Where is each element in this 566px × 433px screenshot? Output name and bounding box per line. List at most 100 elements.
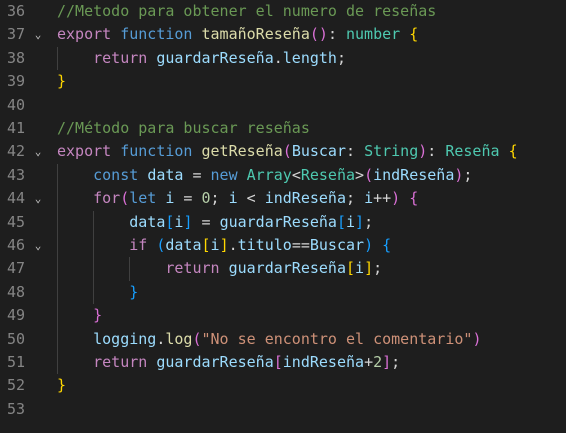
- code-token: }: [93, 306, 103, 325]
- code-token: titulo: [237, 236, 292, 254]
- code-token: Reseña: [445, 142, 500, 161]
- code-line[interactable]: 46 ⌄ if (data[i].titulo==Buscar) {: [0, 234, 566, 257]
- code-token: ]: [382, 353, 392, 371]
- code-text: //Metodo para obtener el numero de reseñ…: [57, 0, 436, 23]
- code-line[interactable]: 50 logging.log("No se encontro el coment…: [0, 328, 566, 351]
- code-line[interactable]: 43 const data = new Array<Reseña>(indRes…: [0, 164, 566, 187]
- code-token: <: [237, 189, 265, 208]
- line-number: 41: [6, 119, 25, 137]
- code-token: }: [129, 282, 139, 301]
- code-token: i: [355, 259, 365, 278]
- code-text: //Método para buscar reseñas: [57, 117, 310, 140]
- code-line[interactable]: 45 data[i] = guardarReseña[i];: [0, 211, 566, 234]
- code-token: =: [174, 189, 202, 208]
- code-token: new: [210, 165, 238, 184]
- code-token: :: [427, 142, 446, 161]
- code-line[interactable]: 36 //Metodo para obtener el numero de res…: [0, 0, 566, 23]
- code-line[interactable]: 51 return guardarReseña[indReseña+2];: [0, 351, 566, 374]
- chevron-down-icon[interactable]: ⌄: [31, 23, 45, 46]
- code-line[interactable]: 41 //Método para buscar reseñas: [0, 117, 566, 140]
- code-token: [: [346, 259, 356, 278]
- code-line[interactable]: 53: [0, 398, 566, 421]
- code-line[interactable]: 52}: [0, 374, 566, 397]
- code-token: >: [355, 165, 365, 184]
- code-text: }: [57, 70, 66, 93]
- code-token: {: [508, 142, 518, 161]
- code-line[interactable]: 37 ⌄ export function tamañoReseña(): numbe…: [0, 23, 566, 46]
- code-token: 0: [201, 189, 211, 208]
- code-token: Array: [246, 165, 292, 184]
- code-editor[interactable]: 36 //Metodo para obtener el numero de res…: [0, 0, 566, 433]
- code-token: const: [93, 165, 139, 184]
- code-token: (: [192, 329, 202, 348]
- code-line[interactable]: 49 }: [0, 304, 566, 327]
- line-number: 49: [6, 306, 25, 325]
- chevron-down-icon[interactable]: ⌄: [31, 140, 45, 163]
- code-line[interactable]: 40: [0, 94, 566, 117]
- code-token: export: [57, 25, 112, 44]
- code-token: (): [309, 25, 328, 44]
- code-token: i: [364, 189, 374, 208]
- code-token: {: [409, 25, 419, 44]
- chevron-down-icon[interactable]: ⌄: [31, 187, 45, 210]
- code-token: indReseña: [282, 353, 365, 371]
- code-line[interactable]: 47 return guardarReseña[i];: [0, 257, 566, 280]
- code-line[interactable]: 44 ⌄ for(let i = 0; i < indReseña; i++) {: [0, 187, 566, 210]
- code-token: ++: [373, 189, 392, 208]
- line-number: 44: [6, 189, 25, 208]
- code-text: const data = new Array<Reseña>(indReseña…: [57, 164, 472, 187]
- code-line[interactable]: 48 }: [0, 281, 566, 304]
- code-token: [: [201, 236, 211, 254]
- code-token: //Método para buscar reseñas: [57, 119, 310, 137]
- code-text: export function getReseña(Buscar: String…: [57, 140, 518, 163]
- code-token: <: [291, 165, 301, 184]
- code-token: :: [327, 25, 346, 44]
- code-token: guardarReseña: [228, 259, 346, 278]
- code-token: i: [228, 189, 238, 208]
- line-number: 38: [6, 48, 25, 67]
- code-token: ]: [219, 236, 229, 254]
- code-line[interactable]: 39}: [0, 70, 566, 93]
- code-token: (: [282, 142, 292, 161]
- code-text: export function tamañoReseña(): number {: [57, 23, 418, 46]
- code-token: indReseña: [373, 165, 455, 184]
- chevron-down-icon[interactable]: ⌄: [31, 234, 45, 257]
- code-token: Buscar: [291, 142, 346, 161]
- code-token: ==: [291, 236, 310, 254]
- code-token: =: [183, 165, 211, 184]
- code-token: Reseña: [300, 165, 356, 184]
- code-text: }: [57, 374, 66, 397]
- code-token: Buscar: [309, 236, 365, 254]
- code-token: ;: [364, 212, 374, 231]
- line-number: 36: [6, 2, 25, 20]
- line-number: 50: [6, 329, 25, 348]
- code-token: {: [382, 236, 392, 254]
- code-token: (: [364, 165, 374, 184]
- code-token: +: [364, 353, 374, 371]
- code-token: if: [129, 236, 148, 254]
- code-token: guardarReseña: [156, 48, 274, 67]
- code-token: i: [346, 212, 356, 231]
- code-line[interactable]: 42 ⌄ export function getReseña(Buscar: Str…: [0, 140, 566, 163]
- code-line[interactable]: 38 return guardarReseña.length;: [0, 47, 566, 70]
- code-token: i: [210, 236, 220, 254]
- line-number: 37: [6, 25, 25, 44]
- code-token: ;: [346, 189, 365, 208]
- code-token: .: [228, 236, 238, 254]
